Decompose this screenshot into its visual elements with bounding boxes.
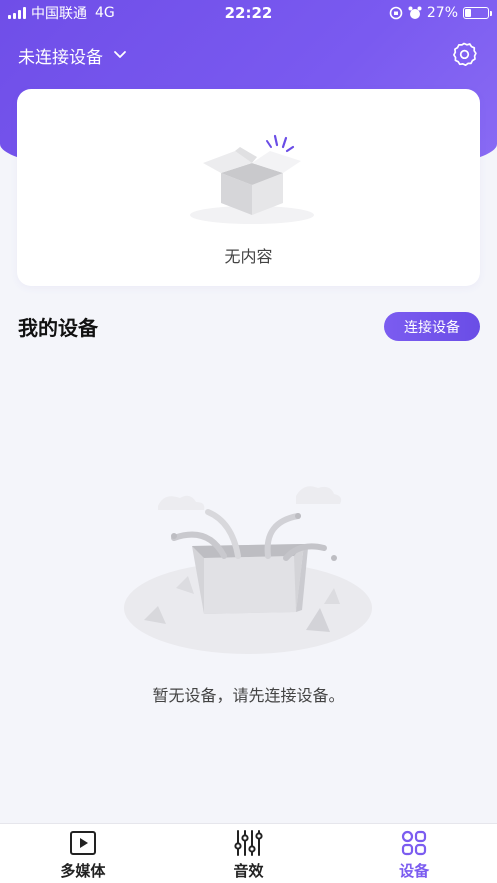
status-bar: 中国联通 4G 22:22 27% — [0, 0, 497, 26]
connect-device-button[interactable]: 连接设备 — [384, 312, 480, 341]
content-card: 无内容 — [17, 89, 480, 286]
play-icon — [69, 831, 96, 855]
tab-label: 设备 — [399, 862, 430, 880]
devices-icon — [402, 830, 427, 856]
device-selector-label: 未连接设备 — [18, 47, 103, 68]
signal-icon — [8, 7, 26, 19]
gear-icon — [453, 42, 477, 67]
top-header: 未连接设备 — [0, 34, 497, 76]
tab-sound-effects[interactable]: 音效 — [166, 824, 332, 883]
empty-box-illustration — [190, 134, 314, 224]
devices-empty-text: 暂无设备，请先连接设备。 — [152, 686, 345, 705]
tab-devices[interactable]: 设备 — [331, 824, 497, 883]
tab-multimedia[interactable]: 多媒体 — [0, 824, 166, 883]
battery-icon — [463, 7, 492, 19]
alarm-icon — [408, 6, 422, 19]
device-selector[interactable]: 未连接设备 — [18, 43, 127, 68]
section-title-my-devices: 我的设备 — [18, 316, 98, 340]
settings-button[interactable] — [449, 40, 479, 70]
bottom-tab-bar: 多媒体 音效 设备 — [0, 823, 497, 883]
orientation-lock-icon — [389, 6, 403, 20]
carrier-name: 中国联通 — [31, 6, 87, 22]
battery-level — [465, 9, 471, 17]
battery-percent: 27% — [426, 5, 458, 21]
tab-label: 音效 — [233, 862, 264, 880]
network-type: 4G — [95, 5, 115, 21]
tab-label: 多媒体 — [60, 862, 106, 880]
content-empty-text: 无内容 — [224, 247, 273, 266]
equalizer-icon — [233, 830, 263, 856]
chevron-down-icon — [114, 51, 126, 58]
empty-devices-illustration — [124, 486, 372, 654]
